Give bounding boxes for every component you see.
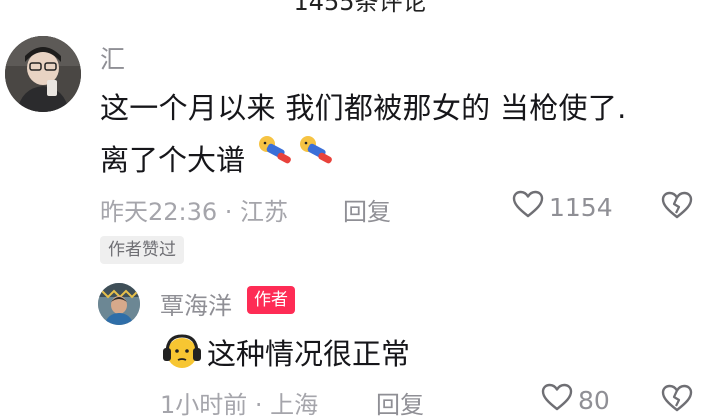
avatar[interactable] bbox=[5, 36, 81, 112]
dislike-button[interactable] bbox=[660, 190, 694, 224]
like-count: 1154 bbox=[549, 192, 613, 222]
reply-button[interactable]: 回复 bbox=[376, 385, 424, 420]
like-count: 80 bbox=[578, 385, 610, 415]
comment-text-line2: 离了个大谱 bbox=[100, 143, 246, 177]
comment-text-line1: 这一个月以来 我们都被那女的 当枪使了. bbox=[100, 91, 627, 125]
reply-meta: 1小时前 · 上海 bbox=[160, 391, 319, 419]
broken-heart-icon bbox=[660, 384, 694, 417]
comment-count-header: 1455条评论 bbox=[293, 0, 427, 16]
broken-heart-icon bbox=[660, 191, 694, 224]
author-liked-badge: 作者赞过 bbox=[100, 236, 184, 264]
avatar[interactable] bbox=[98, 283, 140, 325]
author-badge: 作者 bbox=[247, 286, 295, 314]
comment-username[interactable]: 汇 bbox=[100, 40, 125, 76]
headphones-face-emoji bbox=[160, 331, 204, 375]
comment-meta: 昨天22:36 · 江苏 bbox=[100, 198, 289, 226]
tumbling-figure-emoji bbox=[296, 134, 336, 174]
reply-button[interactable]: 回复 bbox=[343, 192, 391, 227]
reply-text: 这种情况很正常 bbox=[207, 337, 411, 371]
like-button[interactable]: 80 bbox=[540, 382, 610, 418]
like-button[interactable]: 1154 bbox=[511, 189, 613, 225]
heart-icon bbox=[540, 382, 578, 418]
tumbling-figure-emoji bbox=[255, 134, 295, 174]
reply-username[interactable]: 覃海洋 bbox=[160, 286, 232, 321]
dislike-button[interactable] bbox=[660, 383, 694, 417]
heart-icon bbox=[511, 189, 549, 225]
